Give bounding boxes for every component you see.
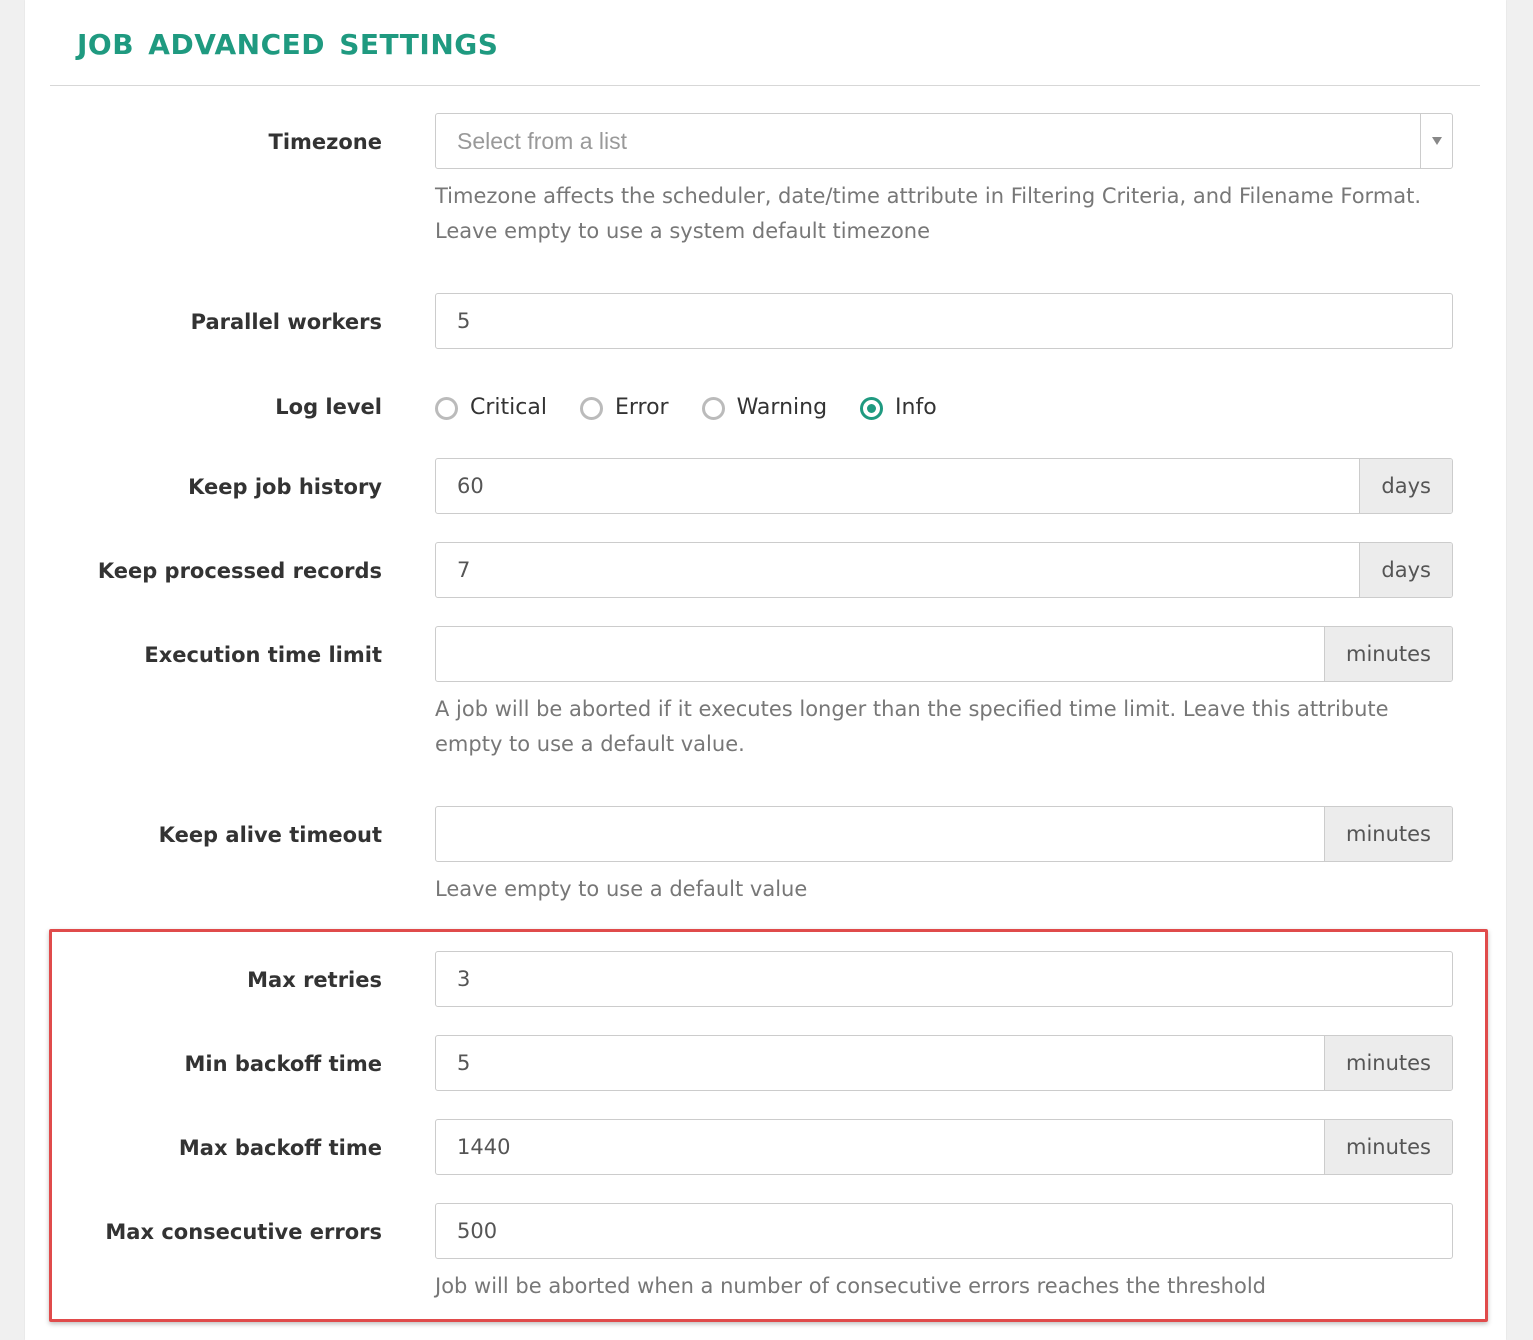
max-retries-input[interactable]: 3 (436, 952, 1452, 1006)
max-backoff-time-input[interactable]: 1440 (436, 1120, 1324, 1174)
log-level-option-error[interactable]: Error (579, 393, 669, 423)
min-backoff-time-label: Min backoff time (184, 1052, 382, 1076)
log-level-option-info[interactable]: Info (860, 393, 937, 423)
log-level-option-label: Error (614, 395, 669, 420)
keep-alive-timeout-label: Keep alive timeout (158, 823, 382, 847)
min-backoff-time-unit: minutes (1323, 1036, 1452, 1090)
log-level-option-label: Info (895, 395, 937, 420)
timezone-help-line-1: Timezone affects the scheduler, date/tim… (435, 184, 1422, 208)
keep-job-history-label: Keep job history (188, 475, 382, 499)
max-backoff-time-label: Max backoff time (178, 1136, 382, 1160)
keep-processed-records-label: Keep processed records (97, 559, 382, 583)
parallel-workers-input[interactable]: 5 (436, 294, 1452, 348)
log-level-option-label: Warning (736, 395, 828, 420)
min-backoff-time-input[interactable]: 5 (436, 1036, 1324, 1090)
max-consecutive-errors-input[interactable]: 500 (436, 1204, 1452, 1258)
keep-alive-timeout-unit: minutes (1323, 807, 1452, 861)
execution-time-limit-unit: minutes (1323, 627, 1452, 681)
log-level-label: Log level (275, 395, 382, 419)
keep-alive-timeout-input[interactable] (436, 807, 1324, 861)
max-retries-field[interactable]: 3 (435, 951, 1453, 1007)
title-divider (50, 85, 1480, 86)
parallel-workers-field[interactable]: 5 (435, 293, 1453, 349)
radio-unchecked-icon[interactable] (701, 396, 725, 420)
keep-processed-records-input[interactable]: 7 (436, 543, 1359, 597)
radio-unchecked-icon[interactable] (579, 396, 603, 420)
keep-job-history-unit: days (1359, 459, 1452, 513)
keep-alive-timeout-field[interactable]: minutes (435, 806, 1453, 862)
keep-job-history-field[interactable]: 60 days (435, 458, 1453, 514)
max-retries-label: Max retries (247, 968, 382, 992)
section-title: JOB ADVANCED SETTINGS (77, 28, 499, 61)
execution-time-limit-label: Execution time limit (144, 643, 382, 667)
max-consecutive-errors-field[interactable]: 500 (435, 1203, 1453, 1259)
keep-alive-timeout-help: Leave empty to use a default value (435, 877, 808, 901)
timezone-select[interactable]: Select from a list (435, 113, 1453, 169)
radio-checked-icon[interactable] (860, 396, 884, 420)
execution-time-limit-field[interactable]: minutes (435, 626, 1453, 682)
chevron-down-icon[interactable] (1420, 114, 1452, 168)
execution-time-limit-input[interactable] (436, 627, 1324, 681)
keep-job-history-input[interactable]: 60 (436, 459, 1359, 513)
max-backoff-time-field[interactable]: 1440 minutes (435, 1119, 1453, 1175)
keep-processed-records-unit: days (1359, 543, 1452, 597)
timezone-help: Timezone affects the scheduler, date/tim… (435, 179, 1445, 249)
execution-time-limit-help: A job will be aborted if it executes lon… (435, 692, 1445, 762)
log-level-option-label: Critical (470, 395, 547, 420)
execution-time-limit-help-line-2: empty to use a default value. (435, 732, 745, 756)
keep-processed-records-field[interactable]: 7 days (435, 542, 1453, 598)
parallel-workers-label: Parallel workers (190, 310, 382, 334)
max-consecutive-errors-help: Job will be aborted when a number of con… (435, 1274, 1267, 1298)
timezone-select-placeholder: Select from a list (457, 128, 627, 154)
timezone-help-line-2: Leave empty to use a system default time… (435, 219, 931, 243)
log-level-radio-group: Critical Error Warning Info (435, 393, 970, 423)
execution-time-limit-help-line-1: A job will be aborted if it executes lon… (435, 697, 1389, 721)
max-backoff-time-unit: minutes (1323, 1120, 1452, 1174)
max-consecutive-errors-label: Max consecutive errors (105, 1220, 382, 1244)
timezone-label: Timezone (268, 130, 383, 154)
min-backoff-time-field[interactable]: 5 minutes (435, 1035, 1453, 1091)
radio-unchecked-icon[interactable] (435, 396, 458, 420)
log-level-option-warning[interactable]: Warning (701, 393, 828, 423)
log-level-option-critical[interactable]: Critical (435, 393, 547, 423)
